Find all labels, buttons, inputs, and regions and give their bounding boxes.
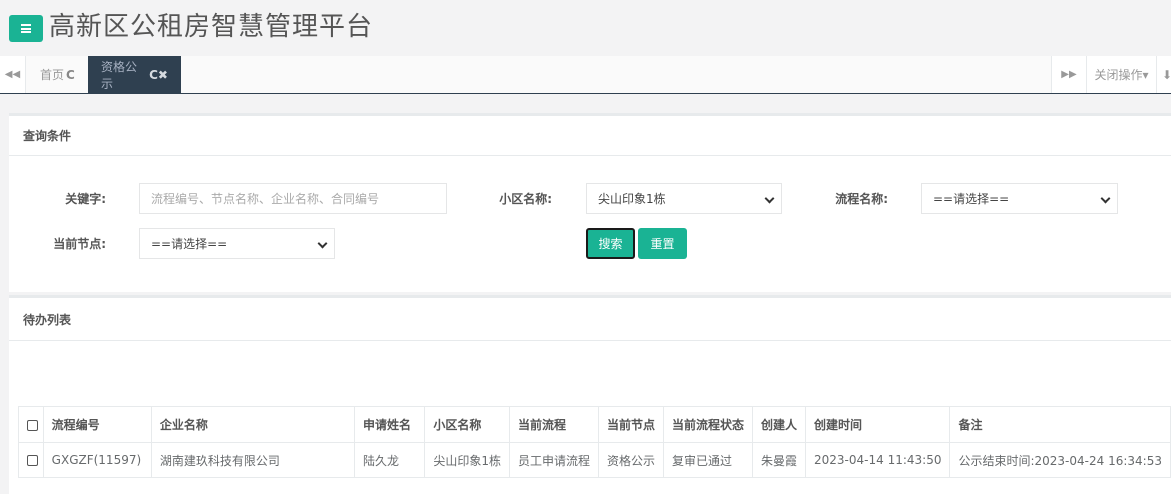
download-button[interactable]: ⬇	[1156, 56, 1171, 93]
table-cell: 复审已通过	[662, 442, 754, 478]
select-all-checkbox[interactable]	[27, 419, 38, 431]
col-header[interactable]: 流程编号	[42, 406, 152, 443]
select-all-cell	[18, 406, 44, 443]
table-cell: 公示结束时间:2023-04-24 16:34:53	[949, 442, 1171, 478]
menu-toggle-button[interactable]	[9, 15, 43, 42]
table-cell: 2023-04-14 11:43:50	[805, 442, 951, 478]
col-header[interactable]: 当前节点	[597, 406, 664, 443]
tab-scroll-left-button[interactable]: ◀◀	[0, 56, 26, 93]
chevron-down-icon	[317, 238, 328, 249]
process-label: 流程名称:	[835, 192, 888, 206]
refresh-icon[interactable]: C	[66, 68, 75, 82]
refresh-close-icon[interactable]: C✖	[149, 68, 168, 82]
double-right-icon: ▶▶	[1061, 69, 1077, 80]
tab-home[interactable]: 首页 C	[27, 56, 88, 93]
community-label: 小区名称:	[499, 192, 552, 206]
table-cell: 员工申请流程	[508, 442, 599, 478]
row-select-cell	[18, 442, 44, 478]
reset-button[interactable]: 重置	[638, 228, 687, 259]
tab-bar: ◀◀ 首页 C 资格公示 C✖ ▶▶ 关闭操作▾ ⬇	[0, 56, 1171, 94]
double-left-icon: ◀◀	[4, 69, 21, 80]
search-button[interactable]: 搜索	[586, 228, 635, 259]
node-select[interactable]: ==请选择==	[139, 228, 335, 259]
col-header[interactable]: 申请姓名	[353, 406, 426, 443]
download-icon: ⬇	[1162, 67, 1171, 82]
tab-qualification-notice-label: 资格公示	[101, 59, 138, 91]
col-header[interactable]: 当前流程状态	[662, 406, 754, 443]
col-header[interactable]: 小区名称	[424, 406, 510, 443]
hamburger-icon	[21, 24, 31, 33]
col-header[interactable]: 创建时间	[805, 406, 951, 443]
tab-tools: ▶▶ 关闭操作▾ ⬇	[1051, 56, 1171, 93]
community-select-value: 尖山印象1栋	[598, 192, 666, 206]
process-select[interactable]: ==请选择==	[921, 183, 1118, 214]
close-operations-label: 关闭操作▾	[1094, 68, 1149, 82]
keyword-label: 关键字:	[65, 192, 106, 206]
tab-scroll-right-button[interactable]: ▶▶	[1051, 56, 1086, 93]
col-header[interactable]: 当前流程	[508, 406, 599, 443]
app-header: 高新区公租房智慧管理平台	[0, 0, 1171, 56]
todo-table: 流程编号 企业名称 申请姓名 小区名称 当前流程 当前节点 当前流程状态 创建人…	[18, 406, 1171, 478]
app-title: 高新区公租房智慧管理平台	[49, 12, 374, 42]
tab-home-label: 首页	[40, 68, 65, 82]
close-operations-dropdown[interactable]: 关闭操作▾	[1086, 56, 1156, 93]
col-header[interactable]: 备注	[949, 406, 1171, 443]
node-select-value: ==请选择==	[151, 237, 228, 251]
table-cell: 陆久龙	[353, 442, 426, 478]
chevron-down-icon	[764, 193, 775, 204]
chevron-down-icon	[1100, 193, 1111, 204]
keyword-input[interactable]: 流程编号、节点名称、企业名称、合同编号	[139, 183, 447, 214]
community-select[interactable]: 尖山印象1栋	[586, 183, 782, 214]
col-header[interactable]: 企业名称	[150, 406, 355, 443]
row-checkbox[interactable]	[27, 455, 38, 466]
table-cell: 尖山印象1栋	[424, 442, 510, 478]
query-panel-title: 查询条件	[9, 116, 1171, 156]
table-cell: 资格公示	[597, 442, 664, 478]
list-panel-title: 待办列表	[9, 298, 1171, 341]
table-cell: 湖南建玖科技有限公司	[150, 442, 355, 478]
process-select-value: ==请选择==	[933, 192, 1010, 206]
node-label: 当前节点:	[53, 237, 106, 251]
table-row[interactable]: GXGZF(11597) 湖南建玖科技有限公司 陆久龙 尖山印象1栋 员工申请流…	[18, 442, 1171, 478]
table-cell: GXGZF(11597)	[42, 442, 152, 478]
table-cell: 朱曼霞	[751, 442, 807, 478]
tab-qualification-notice[interactable]: 资格公示 C✖	[88, 56, 181, 93]
table-header-row: 流程编号 企业名称 申请姓名 小区名称 当前流程 当前节点 当前流程状态 创建人…	[18, 406, 1171, 443]
col-header[interactable]: 创建人	[751, 406, 807, 443]
